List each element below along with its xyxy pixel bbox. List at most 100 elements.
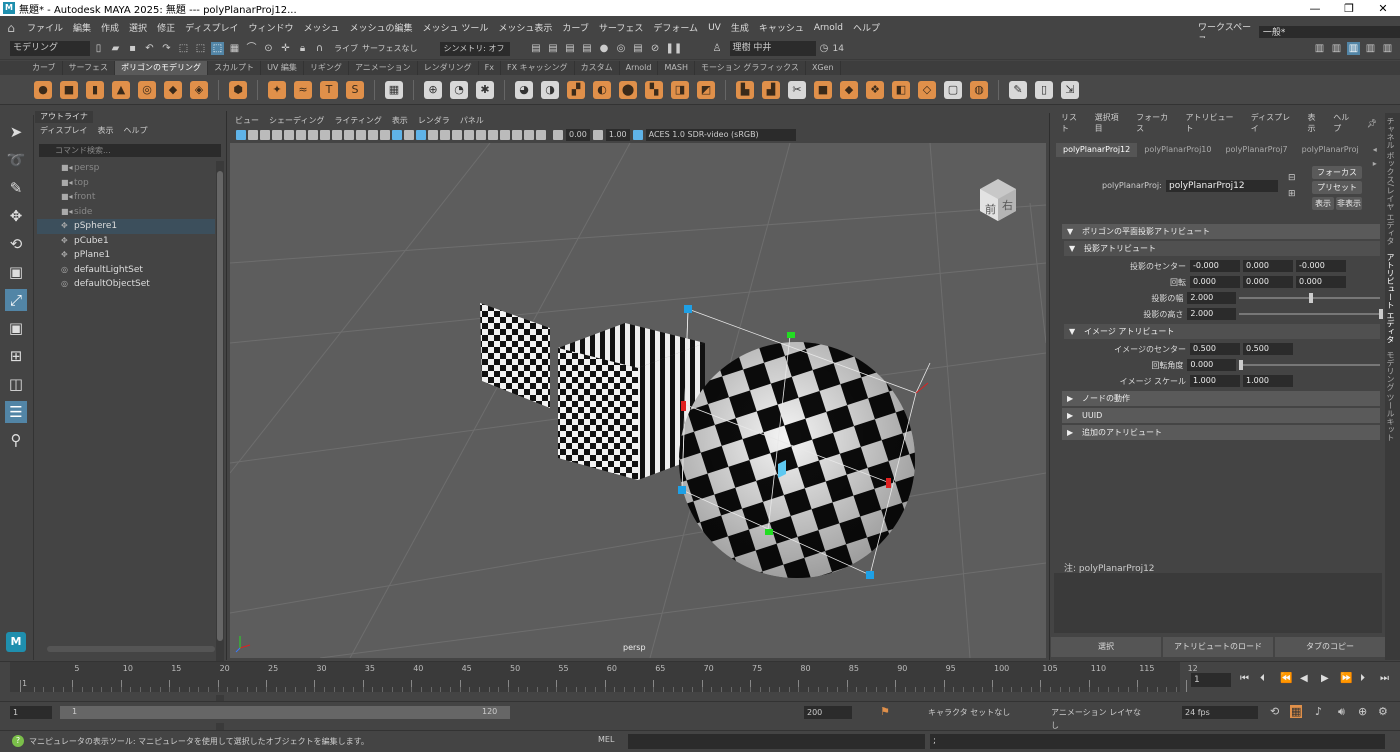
channel-box-toggle-icon[interactable]: ▥ [1330, 42, 1343, 55]
maximize-icon[interactable]: ❐ [1332, 2, 1366, 15]
svg-tool-icon[interactable]: S [346, 80, 364, 99]
shelf-tab-fx-caching[interactable]: FX キャッシング [501, 61, 575, 75]
outliner-vertical-scrollbar[interactable] [216, 161, 224, 746]
menu-mesh-tools[interactable]: メッシュ ツール [418, 21, 494, 34]
textured-icon[interactable] [416, 130, 426, 140]
color-management-icon[interactable] [632, 130, 643, 140]
outliner-item-defaultobjectset[interactable]: ◎ defaultObjectSet [37, 277, 215, 292]
proj-height-field[interactable]: 2.000 [1187, 308, 1237, 320]
search-icon[interactable]: ⚲ [5, 429, 27, 451]
mirror-icon[interactable]: ▚ [645, 80, 663, 99]
use-all-lights-icon[interactable] [428, 130, 438, 140]
snap-point-icon[interactable]: ⊙ [262, 42, 275, 55]
resolution-gate-icon[interactable] [320, 130, 330, 140]
maya-logo-icon[interactable]: M [6, 632, 26, 652]
fps-dropdown[interactable]: 24 fps [1182, 706, 1258, 719]
outliner-item-side[interactable]: ■◂ side [37, 205, 215, 220]
poly-disc-icon[interactable]: ◈ [190, 80, 208, 99]
motion-blur-icon[interactable] [464, 130, 474, 140]
poly-cylinder-icon[interactable]: ▮ [86, 80, 104, 99]
multi-cut-icon[interactable]: ✂ [788, 80, 806, 99]
ae-menu-selected[interactable]: 選択項目 [1090, 112, 1132, 134]
section-projection-attrs[interactable]: ▼ 投影アトリビュート [1064, 241, 1380, 256]
workspace-layout-icon[interactable]: ▥ [1313, 42, 1326, 55]
lasso-tool-icon[interactable]: ➰ [5, 149, 27, 171]
redo-icon[interactable]: ↷ [160, 42, 173, 55]
calculator-icon[interactable]: ▦ [385, 80, 403, 99]
pin-icon[interactable]: 📌︎ [1362, 119, 1385, 128]
paint-select-tool-icon[interactable]: ✎ [5, 177, 27, 199]
outliner-tab[interactable]: アウトライナ [35, 111, 93, 123]
hide-button[interactable]: 非表示 [1336, 197, 1362, 210]
render-setup-icon[interactable]: ◎ [615, 42, 628, 55]
platonic-solid-icon[interactable]: ⬢ [229, 80, 247, 99]
slider-knob[interactable] [1379, 309, 1384, 319]
shelf-tab-xgen[interactable]: XGen [806, 61, 841, 75]
menu-modify[interactable]: 修正 [152, 21, 180, 34]
open-scene-icon[interactable]: ▰ [109, 42, 122, 55]
menu-display[interactable]: ディスプレイ [180, 21, 243, 34]
extract-icon[interactable]: ▞ [567, 80, 585, 99]
viewport-menu-renderer[interactable]: レンダラ [413, 115, 455, 126]
outliner-item-persp[interactable]: ■◂ persp [37, 161, 215, 176]
shelf-tab-mash[interactable]: MASH [658, 61, 695, 75]
fill-hole-icon[interactable]: ◩ [697, 80, 715, 99]
gate-mask-icon[interactable] [332, 130, 342, 140]
node-tab-polyplanarproj[interactable]: polyPlanarProj [1295, 143, 1366, 157]
step-back-key-icon[interactable]: ⏪ [1280, 673, 1292, 684]
select-button[interactable]: 選択 [1051, 637, 1161, 657]
psphere1-mesh[interactable] [679, 342, 915, 578]
shelf-tab-arnold[interactable]: Arnold [620, 61, 659, 75]
outliner-menu-display[interactable]: ディスプレイ [35, 125, 92, 139]
undo-icon[interactable]: ↶ [143, 42, 156, 55]
tool-settings-toggle-icon[interactable]: ▥ [1364, 42, 1377, 55]
shelf-tab-curves[interactable]: カーブ [26, 61, 63, 75]
surface-none-label[interactable]: サーフェスなし [362, 43, 418, 54]
step-back-frame-icon[interactable]: ⏴ [1260, 673, 1265, 684]
isolate-select-icon[interactable] [500, 130, 510, 140]
extrude-icon[interactable]: ▙ [736, 80, 754, 99]
ae-menu-attributes[interactable]: アトリビュート [1181, 112, 1246, 134]
time-ruler[interactable]: 1 5 10 15 20 25 30 35 40 45 50 55 60 65 70 75 80 85 90 95 10… [10, 662, 1198, 692]
gamma-field[interactable]: 1.00 [605, 129, 630, 141]
select-tool-icon[interactable]: ➤ [5, 121, 27, 143]
node-tab-polyplanarproj7[interactable]: polyPlanarProj7 [1218, 143, 1294, 157]
2d-pan-icon[interactable] [272, 130, 282, 140]
anim-layer-dropdown[interactable]: アニメーション レイヤなし [1048, 706, 1148, 730]
slider-knob[interactable] [1239, 360, 1244, 370]
separate-icon[interactable]: ◑ [541, 80, 559, 99]
shelf-tab-sculpting[interactable]: スカルプト [208, 61, 262, 75]
image-center-u-field[interactable]: 0.500 [1190, 343, 1240, 355]
depth-of-field-icon[interactable] [488, 130, 498, 140]
outliner-layout-icon[interactable]: ☰ [5, 401, 27, 423]
type-tool-icon[interactable]: T [320, 80, 338, 99]
poly-cone-icon[interactable]: ▲ [112, 80, 130, 99]
proj-height-slider[interactable] [1239, 309, 1384, 319]
section-planar-projection[interactable]: ▼ ポリゴンの平面投影アトリビュート [1062, 224, 1380, 239]
menu-curves[interactable]: カーブ [557, 21, 593, 34]
render-settings-icon[interactable]: ▤ [581, 42, 594, 55]
rot-angle-field[interactable]: 0.000 [1187, 359, 1237, 371]
presets-toggle-icon[interactable]: ⊞ [1288, 189, 1296, 199]
ae-menu-help[interactable]: ヘルプ [1328, 112, 1362, 134]
show-button[interactable]: 表示 [1312, 197, 1334, 210]
xray-components-icon[interactable] [536, 130, 546, 140]
current-frame-field[interactable]: 1 [1191, 673, 1231, 687]
menu-window[interactable]: ウィンドウ [243, 21, 298, 34]
menu-generate[interactable]: 生成 [726, 21, 754, 34]
rotate-tool-icon[interactable]: ⟲ [5, 233, 27, 255]
image-scale-u-field[interactable]: 1.000 [1190, 375, 1240, 387]
rotate-x-field[interactable]: 0.000 [1190, 276, 1240, 288]
image-plane-icon[interactable] [260, 130, 270, 140]
shelf-tab-surfaces[interactable]: サーフェス [63, 61, 116, 75]
viewport-scene[interactable]: 前 右 [230, 143, 1046, 658]
scale-tool-icon[interactable]: ▣ [5, 261, 27, 283]
view-cube[interactable]: 前 右 [980, 179, 1016, 221]
section-node-behavior[interactable]: ▶ ノードの動作 [1062, 391, 1380, 406]
sculpt-icon[interactable]: ✎ [1009, 80, 1027, 99]
shelf-tab-rigging[interactable]: リギング [304, 61, 349, 75]
menu-deform[interactable]: デフォーム [648, 21, 703, 34]
shelf-tab-poly-modeling[interactable]: ポリゴンのモデリング [115, 61, 209, 75]
new-scene-icon[interactable]: ▯ [92, 42, 105, 55]
viewport-menu-view[interactable]: ビュー [230, 115, 264, 126]
